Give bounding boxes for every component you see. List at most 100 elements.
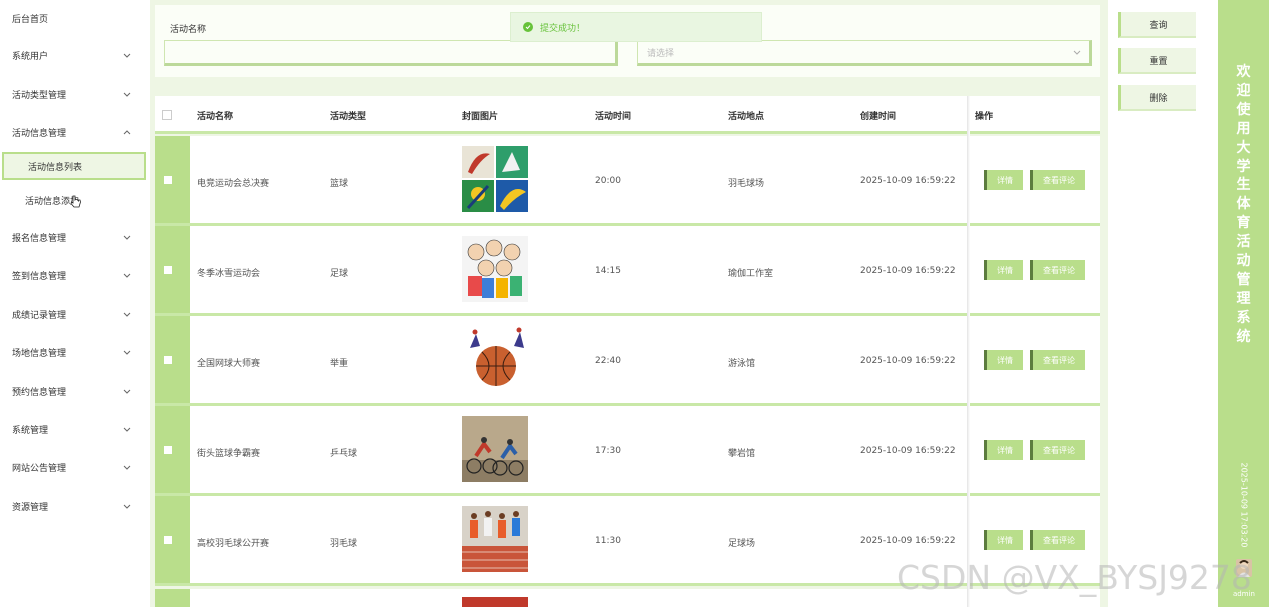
row-checkbox[interactable] (164, 536, 172, 544)
row-check-column (155, 316, 190, 403)
sidebar-item-resources[interactable]: 资源管理 (0, 496, 150, 516)
chevron-down-icon (122, 501, 132, 511)
table-header: 活动名称 活动类型 封面图片 活动时间 活动地点 创建时间 操作 (155, 96, 1100, 134)
detail-button[interactable]: 详情 (984, 350, 1023, 370)
row-check-column (155, 226, 190, 313)
sidebar-item-checkin[interactable]: 签到信息管理 (0, 265, 150, 285)
detail-button[interactable]: 详情 (984, 530, 1023, 550)
current-datetime: 2025-10-09 17:03:20 (1239, 462, 1249, 548)
title-char: 活 (1236, 234, 1251, 251)
sidebar-item-home[interactable]: 后台首页 (0, 8, 150, 28)
sidebar-item-registration[interactable]: 报名信息管理 (0, 227, 150, 247)
cover-image-sports-collage (462, 146, 528, 212)
cell-time: 14:15 (595, 266, 621, 276)
cell-time: 22:40 (595, 356, 621, 366)
hand-cursor-icon (70, 195, 82, 212)
cell-place: 足球场 (728, 539, 756, 549)
column-header: 操作 (975, 112, 994, 122)
cell-place: 瑜伽工作室 (728, 269, 774, 279)
sidebar-item-venues[interactable]: 场地信息管理 (0, 342, 150, 362)
query-button[interactable]: 查询 (1118, 12, 1196, 38)
reset-button[interactable]: 重置 (1118, 48, 1196, 74)
sidebar-item-activity-types[interactable]: 活动类型管理 (0, 84, 150, 104)
cover-image-runners (462, 506, 528, 572)
cell-type: 乒乓球 (330, 449, 358, 459)
detail-button[interactable]: 详情 (984, 260, 1023, 280)
title-char: 迎 (1236, 82, 1251, 99)
select-all-checkbox[interactable] (162, 110, 172, 120)
sidebar-item-reservations[interactable]: 预约信息管理 (0, 381, 150, 401)
title-char: 使 (1236, 101, 1251, 118)
row-checkbox[interactable] (164, 356, 172, 364)
sidebar-item-system-users[interactable]: 系统用户 (0, 45, 150, 65)
title-char: 用 (1236, 120, 1251, 137)
chevron-down-icon (122, 309, 132, 319)
sidebar-item-label: 成绩记录管理 (12, 310, 67, 321)
sidebar-item-label: 资源管理 (12, 502, 49, 513)
cell-name: 全国网球大师赛 (197, 359, 261, 369)
cell-type: 篮球 (330, 179, 349, 189)
detail-button[interactable]: 详情 (984, 440, 1023, 460)
table-row: 电竞运动会总决赛 篮球 20:00 羽毛球场 2025-10-09 16:59:… (155, 136, 1100, 226)
table-row: 冬季冰雪运动会 足球 14:15 瑜伽工作室 2025-10-09 16:59:… (155, 226, 1100, 316)
title-char: 生 (1236, 177, 1251, 194)
cell-place: 攀岩馆 (728, 449, 756, 459)
sidebar-item-system[interactable]: 系统管理 (0, 419, 150, 439)
title-char: 体 (1236, 196, 1251, 213)
fixed-column-shadow (967, 96, 970, 607)
chevron-down-icon (122, 89, 132, 99)
activity-name-label: 活动名称 (170, 25, 207, 35)
cell-type: 足球 (330, 269, 349, 279)
row-check-column (155, 496, 190, 583)
activity-type-select[interactable]: 请选择 (637, 40, 1092, 66)
column-header: 创建时间 (860, 112, 897, 122)
sidebar-item-label: 预约信息管理 (12, 387, 67, 398)
watermark-text: CSDN @VX_BYSJ9278 (897, 558, 1252, 597)
cell-type: 羽毛球 (330, 539, 358, 549)
cell-place: 羽毛球场 (728, 179, 765, 189)
sidebar-item-label: 网站公告管理 (12, 463, 67, 474)
row-checkbox[interactable] (164, 266, 172, 274)
view-comments-button[interactable]: 查看评论 (1030, 440, 1085, 460)
view-comments-button[interactable]: 查看评论 (1030, 170, 1085, 190)
chevron-down-icon (122, 386, 132, 396)
view-comments-button[interactable]: 查看评论 (1030, 260, 1085, 280)
cell-type: 举重 (330, 359, 349, 369)
sidebar: 后台首页 系统用户 活动类型管理 活动信息管理 活动信息列表 活动信息添加 报名… (0, 0, 150, 607)
system-title: 欢 迎 使 用 大 学 生 体 育 活 动 管 理 系 统 (1218, 63, 1269, 347)
chevron-down-icon (122, 232, 132, 242)
cell-name: 街头篮球争霸赛 (197, 449, 261, 459)
title-char: 动 (1236, 253, 1251, 270)
delete-button[interactable]: 删除 (1118, 85, 1196, 111)
table-row: 全国网球大师赛 举重 22:40 游泳馆 2025-10-09 16:59:22… (155, 316, 1100, 406)
detail-button[interactable]: 详情 (984, 170, 1023, 190)
column-header: 活动地点 (728, 112, 765, 122)
title-char: 育 (1236, 215, 1251, 232)
activity-name-input[interactable] (164, 40, 618, 66)
sidebar-item-announcements[interactable]: 网站公告管理 (0, 457, 150, 477)
cell-place: 游泳馆 (728, 359, 756, 369)
activity-type-placeholder: 请选择 (647, 48, 675, 59)
row-checkbox[interactable] (164, 176, 172, 184)
column-header: 活动名称 (197, 112, 234, 122)
cell-time: 11:30 (595, 536, 621, 546)
title-char: 理 (1236, 290, 1251, 307)
cell-time: 20:00 (595, 176, 621, 186)
cover-image-cyclists (462, 416, 528, 482)
row-checkbox[interactable] (164, 446, 172, 454)
title-char: 管 (1236, 271, 1251, 288)
cover-image-cartoon-kids (462, 236, 528, 302)
success-toast: 提交成功！ (510, 12, 762, 42)
cell-created: 2025-10-09 16:59:22 (860, 266, 956, 276)
chevron-down-icon (122, 347, 132, 357)
view-comments-button[interactable]: 查看评论 (1030, 530, 1085, 550)
sidebar-item-scores[interactable]: 成绩记录管理 (0, 304, 150, 324)
title-char: 系 (1236, 309, 1251, 326)
sidebar-item-activity-info[interactable]: 活动信息管理 (0, 122, 150, 142)
sidebar-item-label: 活动信息管理 (12, 128, 67, 139)
view-comments-button[interactable]: 查看评论 (1030, 350, 1085, 370)
table-row: 街头篮球争霸赛 乒乓球 17:30 攀岩馆 2025-10-09 16:59:2… (155, 406, 1100, 496)
chevron-down-icon (1073, 48, 1081, 58)
title-char: 学 (1236, 158, 1251, 175)
sidebar-subitem-activity-list[interactable]: 活动信息列表 (2, 152, 146, 180)
